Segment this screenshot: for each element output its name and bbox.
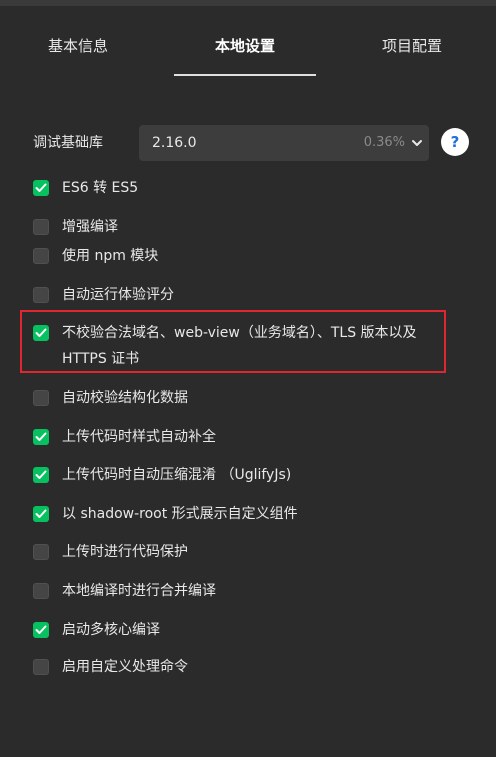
checkbox-checked[interactable]: [33, 506, 49, 522]
option-label: 启用自定义处理命令: [62, 659, 188, 675]
check-icon: [35, 470, 47, 479]
checkbox-checked[interactable]: [33, 467, 49, 483]
active-tab-indicator: [174, 74, 316, 76]
option-label: 以 shadow-root 形式展示自定义组件: [62, 506, 298, 522]
checkbox-unchecked[interactable]: [33, 287, 49, 303]
base-library-select[interactable]: 2.16.0 0.36%: [139, 125, 429, 161]
option-label: ES6 转 ES5: [62, 180, 139, 196]
option-label: 启动多核心编译: [62, 622, 160, 638]
check-icon: [35, 625, 47, 634]
option-label: 上传时进行代码保护: [62, 544, 188, 560]
check-icon: [35, 509, 47, 518]
option-label: 本地编译时进行合并编译: [62, 583, 216, 599]
check-icon: [35, 432, 47, 441]
checkbox-unchecked[interactable]: [33, 248, 49, 264]
tab-basic-info[interactable]: 基本信息: [28, 6, 128, 76]
checkbox-unchecked[interactable]: [33, 583, 49, 599]
checkbox-unchecked[interactable]: [33, 544, 49, 560]
checkbox-unchecked[interactable]: [33, 219, 49, 235]
check-icon: [35, 328, 47, 337]
base-library-version: 2.16.0: [152, 135, 197, 151]
option-label: 增强编译: [62, 219, 118, 235]
checkbox-checked[interactable]: [33, 429, 49, 445]
checkbox-unchecked[interactable]: [33, 659, 49, 675]
option-label: 自动校验结构化数据: [62, 390, 188, 406]
option-label: 自动运行体验评分: [62, 287, 174, 303]
base-library-label: 调试基础库: [33, 135, 103, 151]
tab-project-config[interactable]: 项目配置: [362, 6, 462, 76]
settings-tabs: 基本信息 本地设置 项目配置: [0, 6, 496, 76]
option-label: 上传代码时样式自动补全: [62, 429, 216, 445]
help-icon[interactable]: ?: [441, 128, 469, 156]
check-icon: [35, 183, 47, 192]
checkbox-checked[interactable]: [33, 622, 49, 638]
chevron-down-icon: [412, 140, 422, 146]
base-library-row: 调试基础库 2.16.0 0.36% ?: [33, 125, 473, 161]
option-label: 使用 npm 模块: [62, 248, 159, 264]
option-label: 不校验合法域名、web-view（业务域名）、TLS 版本以及 HTTPS 证书: [62, 325, 417, 367]
option-label: 上传代码时自动压缩混淆 （UglifyJs): [62, 467, 292, 483]
checkbox-checked[interactable]: [33, 325, 49, 341]
checkbox-unchecked[interactable]: [33, 390, 49, 406]
tab-local-settings[interactable]: 本地设置: [194, 6, 296, 76]
checkbox-checked[interactable]: [33, 180, 49, 196]
base-library-percent: 0.36%: [363, 135, 405, 150]
